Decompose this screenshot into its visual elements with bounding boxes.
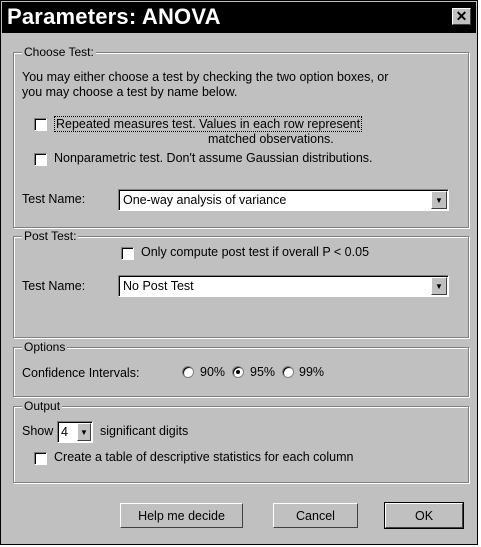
nonparametric-label[interactable]: Nonparametric test. Don't assume Gaussia… xyxy=(54,151,373,165)
digits-suffix: significant digits xyxy=(100,424,189,438)
ok-button[interactable]: OK xyxy=(384,502,464,529)
test-name-label: Test Name: xyxy=(22,192,86,206)
cancel-button[interactable]: Cancel xyxy=(273,503,358,528)
post-test-condition-checkbox[interactable] xyxy=(121,247,134,260)
window-title: Parameters: ANOVA xyxy=(7,4,221,29)
nonparametric-checkbox[interactable] xyxy=(34,153,47,166)
repeated-measures-label-line2: matched observations. xyxy=(208,132,334,146)
repeated-measures-checkbox[interactable] xyxy=(34,118,47,131)
descriptive-table-checkbox[interactable] xyxy=(34,452,47,465)
dropdown-arrow-icon[interactable]: ▼ xyxy=(431,191,447,209)
descriptive-table-label[interactable]: Create a table of descriptive statistics… xyxy=(54,450,353,464)
close-button[interactable]: ✕ xyxy=(452,8,471,25)
post-test-condition-label[interactable]: Only compute post test if overall P < 0.… xyxy=(141,245,369,259)
post-test-group: Post Test: Only compute post test if ove… xyxy=(13,229,469,338)
confidence-intervals-label: Confidence Intervals: xyxy=(22,366,140,380)
repeated-measures-label[interactable]: Repeated measures test. Values in each r… xyxy=(54,116,363,132)
ci-95-label[interactable]: 95% xyxy=(250,365,275,379)
output-group: Output Show 4 ▼ significant digits Creat… xyxy=(13,399,469,483)
ci-90-label[interactable]: 90% xyxy=(200,365,225,379)
post-test-dropdown[interactable]: No Post Test ▼ xyxy=(118,275,449,297)
anova-parameters-dialog: Parameters: ANOVA ✕ Choose Test: You may… xyxy=(0,0,478,545)
test-name-value: One-way analysis of variance xyxy=(123,193,287,207)
test-name-dropdown[interactable]: One-way analysis of variance ▼ xyxy=(118,189,449,211)
title-bar[interactable]: Parameters: ANOVA ✕ xyxy=(2,2,476,33)
digits-value: 4 xyxy=(61,425,68,439)
choose-test-legend: Choose Test: xyxy=(22,45,96,59)
choose-test-group: Choose Test: You may either choose a tes… xyxy=(13,45,469,228)
show-label: Show xyxy=(22,424,54,438)
dropdown-arrow-icon[interactable]: ▼ xyxy=(431,277,447,295)
help-me-decide-button[interactable]: Help me decide xyxy=(120,503,243,528)
digits-dropdown[interactable]: 4 ▼ xyxy=(57,421,93,443)
close-icon: ✕ xyxy=(455,8,468,24)
ci-95-radio[interactable] xyxy=(232,366,244,378)
options-legend: Options xyxy=(22,340,68,354)
ci-99-label[interactable]: 99% xyxy=(299,365,324,379)
choose-test-intro-line1: You may either choose a test by checking… xyxy=(22,70,389,84)
choose-test-intro-line2: you may choose a test by name below. xyxy=(22,85,238,99)
post-test-legend: Post Test: xyxy=(22,229,79,243)
ci-99-radio[interactable] xyxy=(282,366,294,378)
post-test-name-label: Test Name: xyxy=(22,279,86,293)
options-group: Options Confidence Intervals: 90% 95% 99… xyxy=(13,340,469,397)
output-legend: Output xyxy=(22,399,63,413)
dropdown-arrow-icon[interactable]: ▼ xyxy=(77,423,91,441)
post-test-value: No Post Test xyxy=(123,279,194,293)
ci-90-radio[interactable] xyxy=(182,366,194,378)
